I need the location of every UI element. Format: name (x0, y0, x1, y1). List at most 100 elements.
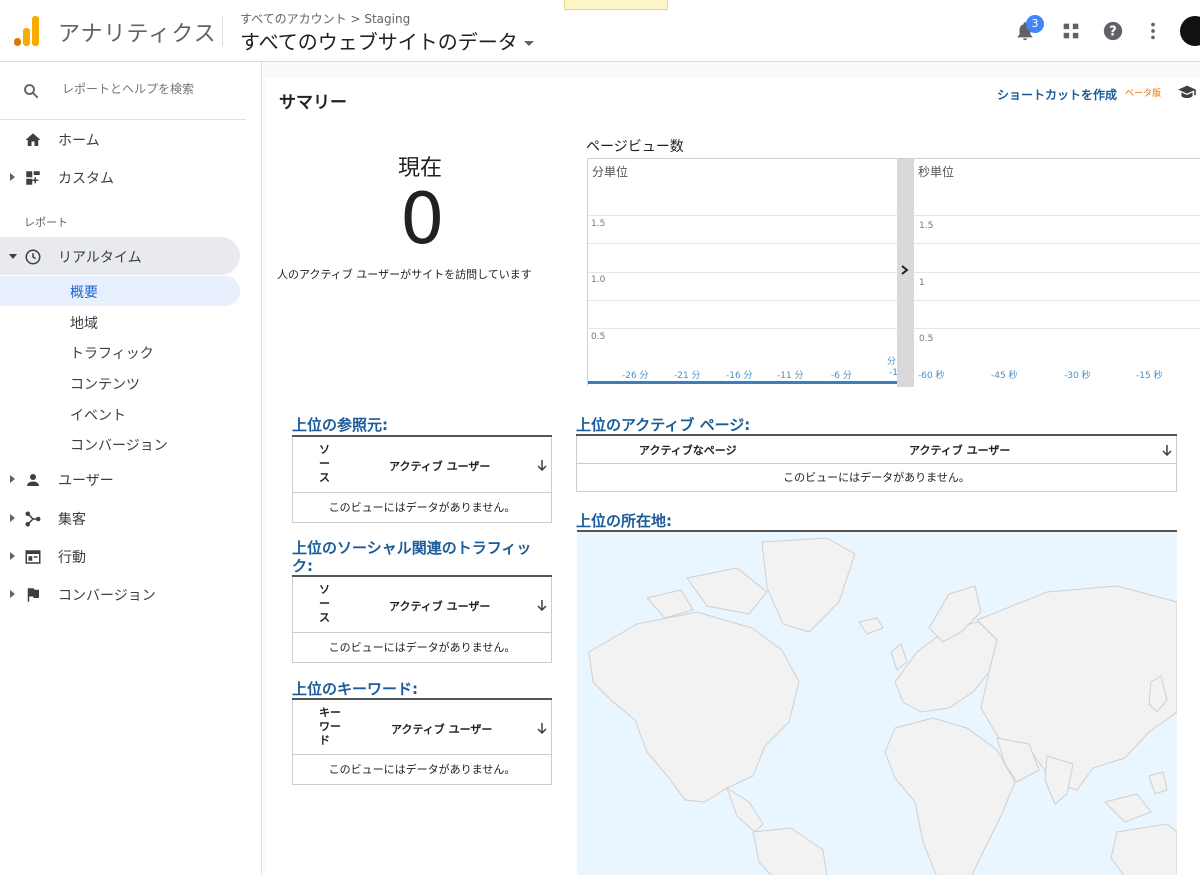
pageviews-chart: 分単位 秒単位 1.5 1.0 0.5 1.5 1 0.5 -26 分 -21 … (587, 158, 1200, 387)
y-tick-label: 0.5 (919, 334, 934, 344)
column-header-source[interactable]: ソース (319, 443, 339, 485)
graduation-cap-icon[interactable] (1177, 84, 1197, 100)
top-referrers-table: ソース アクティブ ユーザー このビューにはデータがありません。 (292, 435, 552, 523)
collapse-arrow-icon (9, 254, 17, 259)
column-header-source[interactable]: ソース (319, 583, 339, 625)
table-header: アクティブなページ アクティブ ユーザー (576, 436, 1177, 464)
column-header-active-users[interactable]: アクティブ ユーザー (389, 458, 490, 474)
empty-state-message: このビューにはデータがありません。 (292, 633, 552, 663)
active-users-caption: 人のアクティブ ユーザーがサイトを訪問しています (277, 268, 532, 281)
per-second-label[interactable]: 秒単位 (918, 163, 954, 180)
sidebar-item-label: ユーザー (58, 473, 114, 489)
sidebar-item-home[interactable]: ホーム (0, 120, 240, 158)
sidebar-item-acquisition[interactable]: 集客 (0, 499, 240, 537)
app-title: アナリティクス (58, 22, 217, 47)
main-content: サマリー ショートカットを作成 ベータ版 現在 0 人のアクティブ ユーザーがサ… (263, 62, 1200, 875)
page-title: サマリー (279, 93, 347, 113)
column-header-active-users[interactable]: アクティブ ユーザー (389, 598, 490, 614)
top-social-title: 上位のソーシャル関連のトラフィック: (292, 539, 532, 575)
sidebar-subitem-label: コンバージョン (70, 438, 168, 454)
x-tick-label: -6 分 (831, 371, 852, 381)
sort-down-icon[interactable] (537, 459, 547, 471)
property-selector[interactable]: すべてのウェブサイトのデータ (240, 26, 534, 55)
account-breadcrumb[interactable]: すべてのアカウント > Staging (240, 10, 410, 27)
top-active-pages-table: アクティブなページ アクティブ ユーザー このビューにはデータがありません。 (576, 434, 1177, 492)
grid-line (588, 300, 897, 301)
y-tick-label: 1 (919, 278, 925, 288)
sidebar-subitem-traffic[interactable]: トラフィック (0, 337, 240, 367)
search-input[interactable] (62, 82, 238, 96)
account-avatar[interactable] (1180, 16, 1200, 46)
behavior-icon (25, 550, 41, 564)
x-tick-label: -26 分 (622, 371, 649, 381)
column-header-keyword[interactable]: キーワード (319, 706, 345, 748)
y-tick-label: 1.0 (591, 275, 606, 285)
expand-arrow-icon (10, 475, 15, 483)
column-header-active-users[interactable]: アクティブ ユーザー (909, 442, 1010, 458)
apps-grid-icon[interactable] (1060, 20, 1082, 42)
sidebar-subitem-locations[interactable]: 地域 (0, 307, 240, 337)
grid-line (914, 272, 1200, 273)
search-icon (24, 84, 39, 99)
sidebar-subitem-conversions[interactable]: コンバージョン (0, 429, 240, 459)
column-header-active-users[interactable]: アクティブ ユーザー (391, 721, 492, 737)
grid-line (588, 243, 897, 244)
x-tick-label: -11 分 (777, 371, 804, 381)
beta-badge: ベータ版 (1125, 89, 1162, 99)
table-header: ソース アクティブ ユーザー (292, 437, 552, 493)
grid-line (588, 328, 897, 329)
per-minute-selected-indicator (588, 381, 897, 384)
top-bar: アナリティクス すべてのアカウント > Staging すべてのウェブサイトのデ… (0, 0, 1200, 62)
sort-down-icon[interactable] (1162, 444, 1172, 456)
header-divider (222, 16, 223, 46)
sidebar-item-conversions[interactable]: コンバージョン (0, 575, 240, 613)
grid-line (914, 300, 1200, 301)
sidebar-subitem-label: トラフィック (70, 346, 154, 362)
sidebar-subitem-label: 概要 (70, 285, 98, 301)
top-social-table: ソース アクティブ ユーザー このビューにはデータがありません。 (292, 575, 552, 663)
x-tick-unit-label: 分 (887, 357, 897, 367)
y-tick-label: 1.5 (919, 221, 934, 231)
per-minute-label[interactable]: 分単位 (592, 163, 628, 180)
sort-down-icon[interactable] (537, 722, 547, 734)
pageviews-title: ページビュー数 (586, 139, 684, 155)
realtime-overview-panel: サマリー ショートカットを作成 ベータ版 現在 0 人のアクティブ ユーザーがサ… (265, 78, 1200, 875)
world-map-land (588, 537, 1177, 875)
grid-line (914, 243, 1200, 244)
sidebar-subitem-content[interactable]: コンテンツ (0, 368, 240, 398)
sidebar-item-realtime[interactable]: リアルタイム (0, 237, 240, 275)
grid-line (914, 328, 1200, 329)
person-icon (27, 474, 39, 486)
flag-icon (27, 588, 39, 602)
analytics-logo[interactable] (14, 16, 40, 46)
sidebar-subitem-label: コンテンツ (70, 377, 140, 393)
column-header-active-page[interactable]: アクティブなページ (639, 442, 737, 458)
sidebar-item-label: コンバージョン (58, 588, 156, 604)
sidebar-item-custom[interactable]: カスタム (0, 158, 240, 196)
sidebar-item-label: 集客 (58, 512, 86, 528)
sidebar-search (0, 62, 246, 120)
sidebar-item-users[interactable]: ユーザー (0, 460, 240, 498)
help-icon[interactable]: ? (1102, 20, 1124, 42)
sort-down-icon[interactable] (537, 599, 547, 611)
empty-state-message: このビューにはデータがありません。 (292, 755, 552, 785)
chart-expand-toggle[interactable] (897, 159, 914, 387)
sidebar-item-behavior[interactable]: 行動 (0, 537, 240, 575)
top-locations-title: 上位の所在地: (576, 512, 672, 530)
more-vert-icon[interactable] (1142, 20, 1164, 42)
empty-state-message: このビューにはデータがありません。 (576, 464, 1177, 492)
x-tick-label: -16 分 (726, 371, 753, 381)
y-tick-label: 1.5 (591, 219, 606, 229)
sidebar-subitem-overview[interactable]: 概要 (0, 276, 240, 306)
expand-arrow-icon (10, 514, 15, 522)
clock-icon (25, 249, 41, 265)
sidebar-item-label: リアルタイム (58, 250, 142, 266)
create-shortcut-link[interactable]: ショートカットを作成 (997, 86, 1117, 103)
sidebar-subitem-events[interactable]: イベント (0, 399, 240, 429)
world-map[interactable] (577, 530, 1177, 875)
expand-arrow-icon (10, 552, 15, 560)
empty-state-message: このビューにはデータがありません。 (292, 493, 552, 523)
x-tick-label: -30 秒 (1064, 371, 1091, 381)
table-header: ソース アクティブ ユーザー (292, 577, 552, 633)
notice-tab[interactable] (564, 0, 668, 10)
